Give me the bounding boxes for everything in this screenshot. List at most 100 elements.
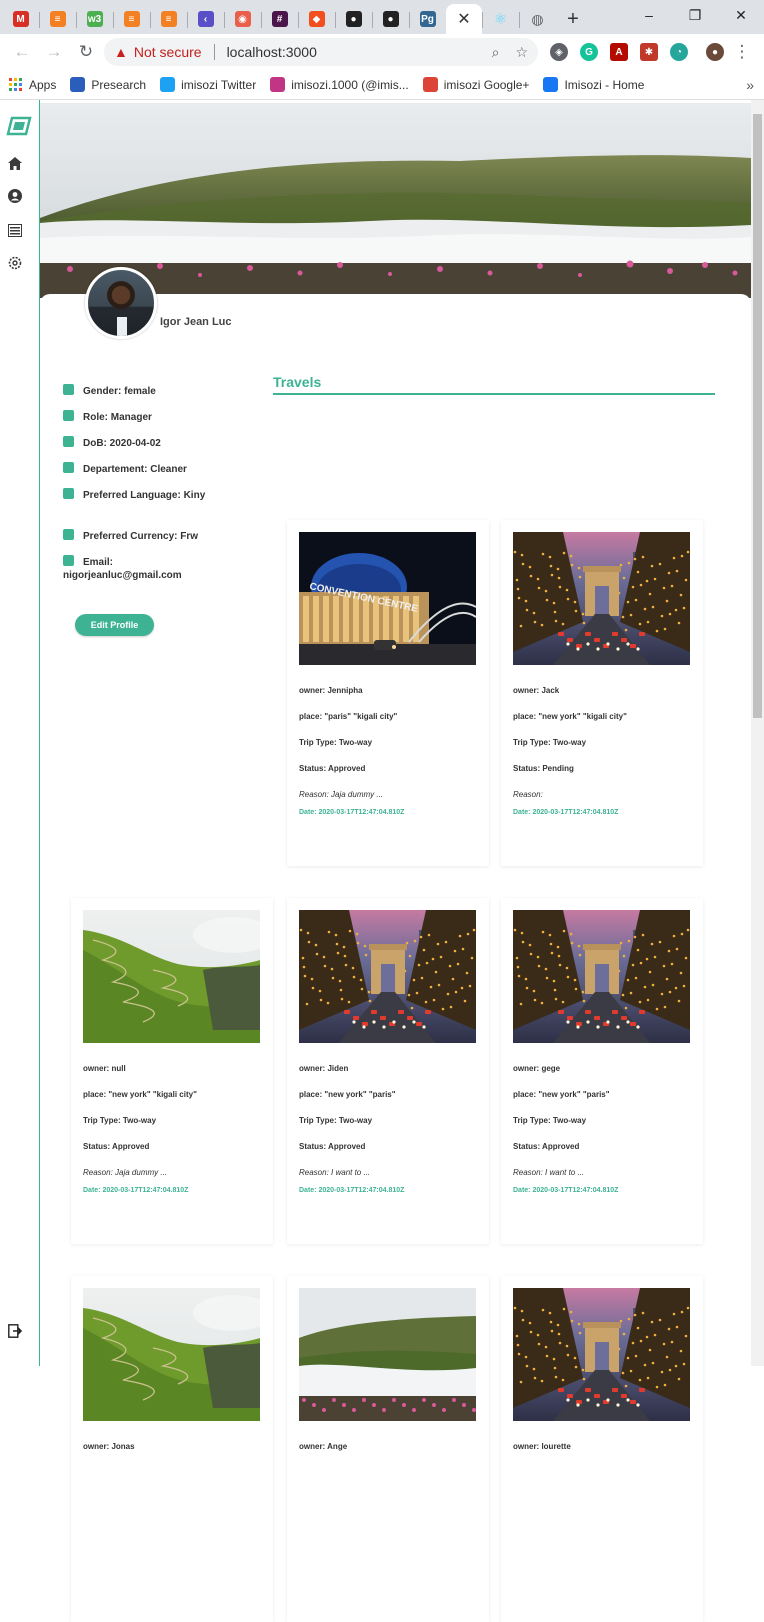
travel-card[interactable]: owner: gege place: "new york" "paris" Trip… [501, 898, 703, 1244]
new-tab-button[interactable]: + [556, 4, 590, 34]
tab-globe[interactable]: ◍ [519, 4, 556, 34]
bookmark-item[interactable]: imisozi Twitter [160, 77, 256, 92]
close-icon[interactable]: ✕ [457, 9, 470, 29]
profile-detail: DoB: 2020-04-02 [63, 436, 223, 450]
url-text[interactable]: localhost:3000 [227, 44, 476, 60]
travel-place: place: "paris" "kigali city" [299, 712, 398, 721]
travel-trip-type: Trip Type: Two-way [513, 1116, 587, 1125]
back-button[interactable]: ← [8, 38, 36, 66]
active-tab[interactable]: ✕ [446, 4, 482, 34]
apps-icon [8, 77, 23, 92]
bookmark-item[interactable]: imisozi Google+ [422, 77, 529, 92]
scrollbar-thumb[interactable] [753, 114, 762, 718]
logo-icon[interactable] [6, 116, 32, 136]
travel-card[interactable]: owner: lourette [501, 1276, 703, 1622]
tab-0[interactable]: M [2, 4, 39, 34]
presearch-icon [70, 77, 86, 92]
tab-3[interactable]: ≡ [113, 4, 150, 34]
address-bar[interactable]: ▲ Not secure localhost:3000 ⌕ ☆ [104, 38, 538, 66]
travel-owner: owner: Jennipha [299, 686, 363, 695]
zoom-icon[interactable]: ⌕ [492, 44, 500, 61]
pdf-extension-icon[interactable]: A [610, 43, 628, 61]
bookmark-item[interactable]: Presearch [70, 77, 146, 92]
security-label[interactable]: Not secure [134, 44, 202, 60]
travel-card[interactable]: owner: Ange [287, 1276, 489, 1622]
react-icon: ⚛ [493, 11, 508, 28]
slack-icon: # [271, 11, 288, 27]
back-icon: ‹ [197, 11, 214, 27]
bookmark-item[interactable]: imisozi.1000 (@imis... [270, 77, 409, 92]
tab-strip: M ≡ w3 ≡ ≡ ‹ ◉ # ◆ ● ● Pg ✕ ⚛ ◍ + – ❐ ✕ [0, 0, 764, 34]
grammarly-extension-icon[interactable]: G [580, 43, 598, 61]
tab-react[interactable]: ⚛ [482, 4, 519, 34]
travel-date: Date: 2020-03-17T12:47:04.810Z [299, 1187, 405, 1194]
tab-7[interactable]: # [261, 4, 298, 34]
travel-place: place: "new york" "kigali city" [83, 1090, 197, 1099]
tab-9[interactable]: ● [335, 4, 372, 34]
profile-avatar-icon[interactable]: ● [706, 43, 724, 61]
logout-icon[interactable] [7, 1323, 23, 1339]
globe-icon: ◍ [531, 10, 544, 27]
bookmark-star-icon[interactable]: ☆ [515, 44, 528, 61]
puzzle-extension-icon[interactable]: ✱ [640, 43, 658, 61]
tab-6[interactable]: ◉ [224, 4, 261, 34]
travel-owner: owner: Jiden [299, 1064, 349, 1073]
shield-extension-icon[interactable]: ◈ [550, 43, 568, 61]
menu-kebab-icon[interactable]: ⋮ [728, 38, 756, 66]
bookmark-item[interactable]: Apps [8, 77, 56, 92]
home-icon[interactable] [7, 155, 23, 171]
travel-reason: Reason: I want to ... [299, 1168, 371, 1177]
travel-card[interactable]: CONVENTION CENTRE owner: Jennipha place: … [287, 520, 489, 866]
close-window-button[interactable]: ✕ [718, 0, 764, 30]
edit-profile-button[interactable]: Edit Profile [75, 614, 154, 636]
stackoverflow-icon: ≡ [160, 11, 177, 27]
travel-card[interactable]: owner: null place: "new york" "kigali cit… [71, 898, 273, 1244]
travel-status: Status: Approved [299, 764, 366, 773]
babel-icon: ◉ [234, 11, 251, 27]
travels-underline [273, 393, 715, 395]
settings-icon[interactable] [7, 255, 23, 271]
travel-card[interactable]: owner: Jiden place: "new york" "paris" Tri… [287, 898, 489, 1244]
tab-11[interactable]: Pg [409, 4, 446, 34]
travel-owner: owner: lourette [513, 1442, 571, 1451]
role-icon [63, 410, 74, 421]
profile-detail: Gender: female [63, 384, 223, 398]
profile-detail: Preferred Language: Kiny [63, 488, 223, 502]
bookmarks-bar: Apps Presearch imisozi Twitter imisozi.1000… [0, 70, 764, 100]
forward-button[interactable]: → [40, 38, 68, 66]
profile-detail-text: Gender: female [83, 386, 156, 397]
travel-card[interactable]: owner: Jack place: "new york" "kigali cit… [501, 520, 703, 866]
app-page: Igor Jean Luc Gender: female Role: Manage… [0, 100, 764, 1622]
sidebar [0, 100, 40, 1366]
tab-2[interactable]: w3 [76, 4, 113, 34]
minimize-button[interactable]: – [626, 0, 672, 30]
restore-button[interactable]: ❐ [672, 0, 718, 30]
stackoverflow-icon: ≡ [123, 11, 140, 27]
travel-card[interactable]: owner: Jonas [71, 1276, 273, 1622]
tab-8[interactable]: ◆ [298, 4, 335, 34]
currency-icon [63, 529, 74, 540]
github-icon: ● [345, 11, 362, 27]
tab-5[interactable]: ‹ [187, 4, 224, 34]
travel-photo [83, 910, 260, 1043]
tab-10[interactable]: ● [372, 4, 409, 34]
scrollbar[interactable] [751, 100, 764, 1366]
profile-icon[interactable] [7, 188, 23, 204]
travel-owner: owner: Ange [299, 1442, 348, 1451]
travel-reason: Reason: Jaja dummy ... [83, 1168, 168, 1177]
w3schools-icon: w3 [86, 11, 103, 27]
tab-1[interactable]: ≡ [39, 4, 76, 34]
tab-4[interactable]: ≡ [150, 4, 187, 34]
list-icon[interactable] [7, 222, 23, 238]
twitter-icon [160, 77, 176, 92]
google-plus-icon [422, 77, 438, 92]
timer-extension-icon[interactable]: ◔ [670, 43, 688, 61]
facebook-icon [543, 77, 559, 92]
reload-button[interactable]: ↻ [72, 38, 100, 66]
window-controls: – ❐ ✕ [626, 0, 764, 30]
travel-reason: Reason: Jaja dummy ... [299, 790, 384, 799]
profile-detail-text: Email: nigorjeanluc@gmail.com [63, 557, 182, 581]
bookmark-item[interactable]: Imisozi - Home [543, 77, 644, 92]
bookmarks-overflow-icon[interactable]: » [746, 77, 754, 93]
travel-reason: Reason: [513, 790, 543, 799]
